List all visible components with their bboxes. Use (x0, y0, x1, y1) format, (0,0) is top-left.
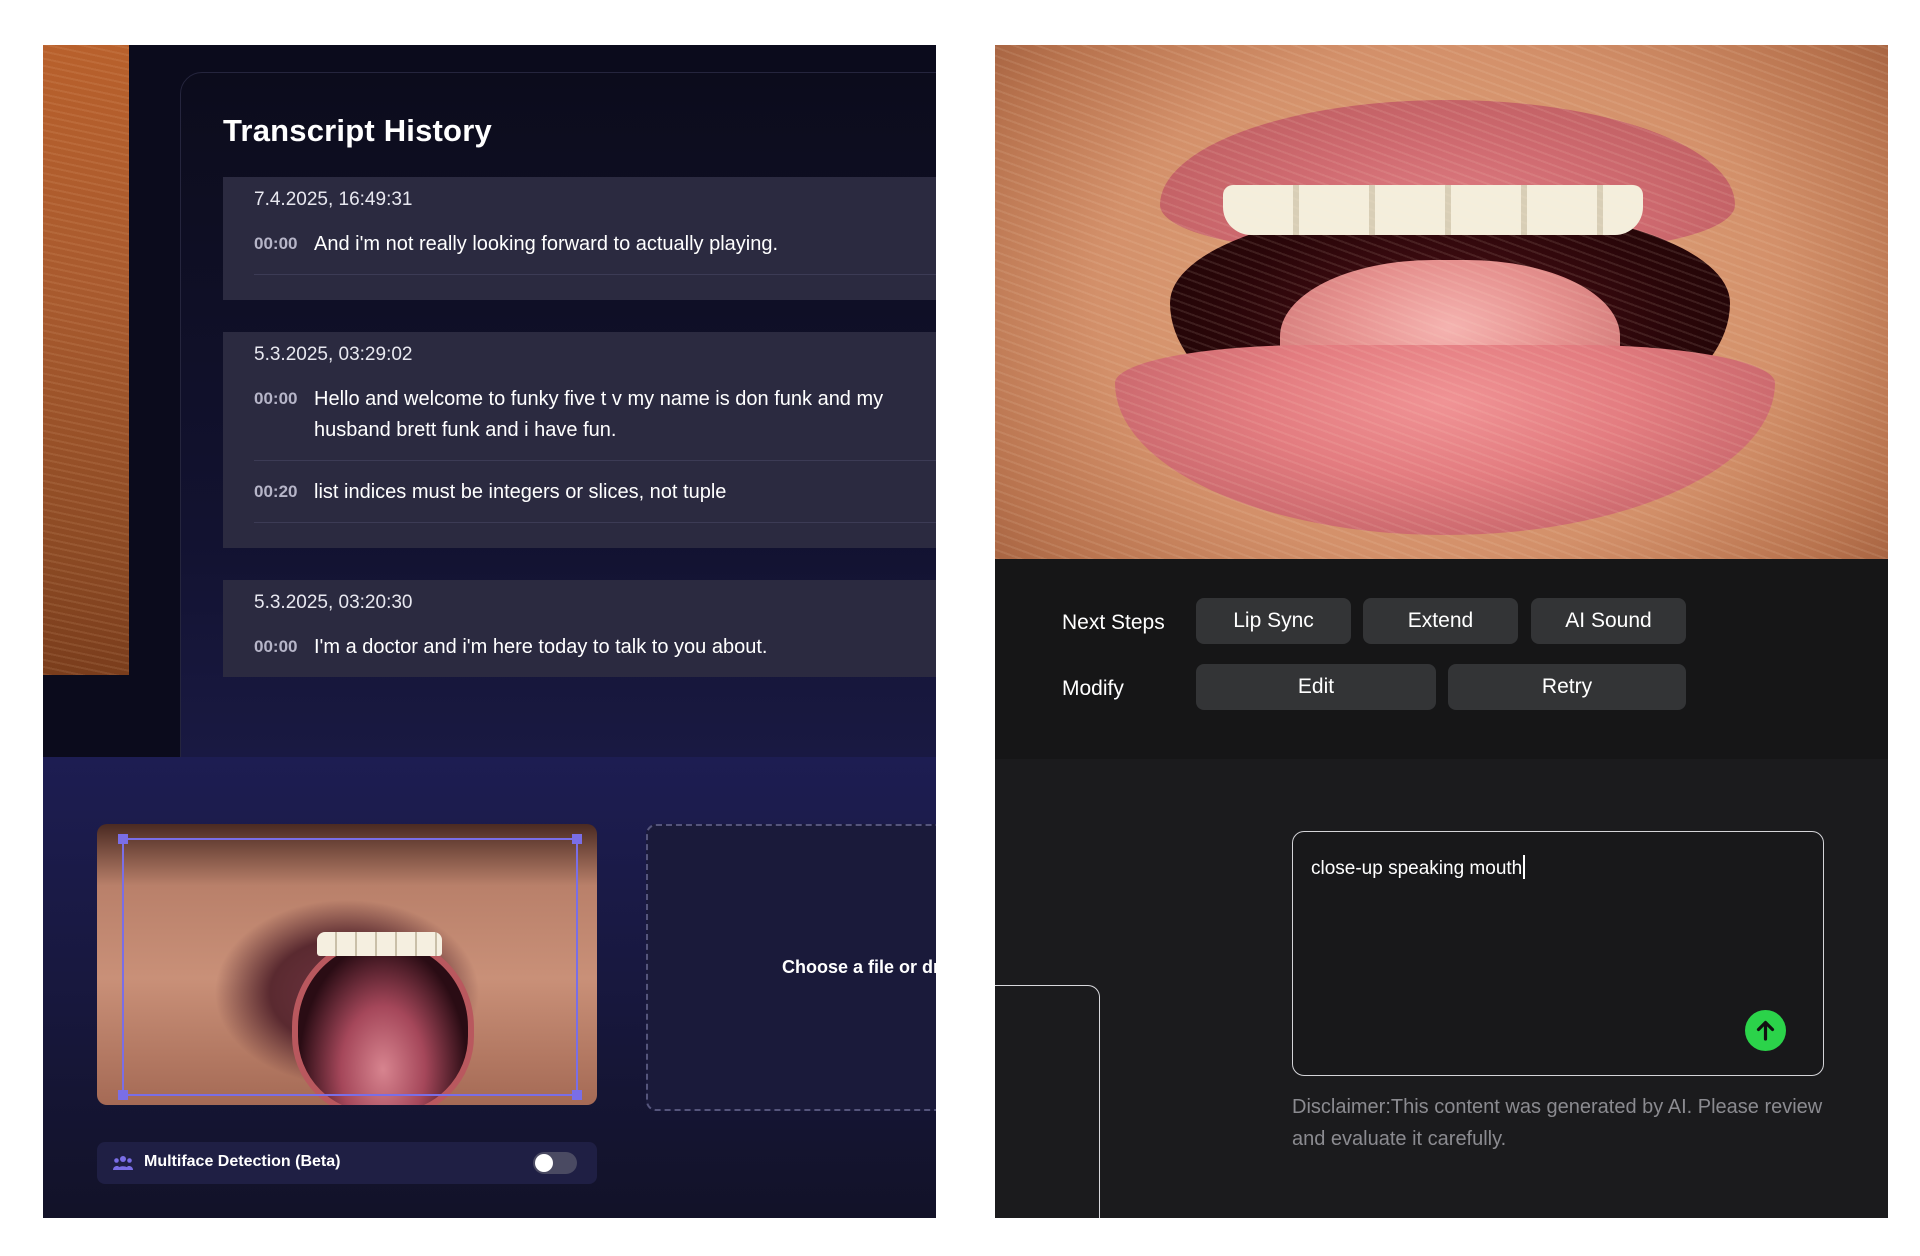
right-panel: Next Steps Lip Sync Extend AI Sound Modi… (995, 45, 1888, 1218)
side-panel-frame (995, 985, 1100, 1218)
people-icon (113, 1156, 133, 1170)
upper-lip (1160, 100, 1735, 250)
dropzone-label: Choose a file or dr (782, 957, 936, 977)
resize-handle-top-right[interactable] (572, 834, 582, 844)
modify-label: Modify (1062, 677, 1124, 700)
mouth-cavity (1170, 205, 1730, 450)
transcript-session: 7.4.2025, 16:49:31 00:00 And i'm not rea… (223, 177, 936, 300)
session-spacer (254, 523, 936, 548)
transcript-session: 5.3.2025, 03:20:30 00:00 I'm a doctor an… (223, 580, 936, 677)
tongue (1280, 260, 1620, 430)
segment-time: 00:20 (254, 482, 298, 501)
transcript-sessions[interactable]: 7.4.2025, 16:49:31 00:00 And i'm not rea… (223, 177, 936, 677)
generated-mouth-image (995, 45, 1888, 559)
segment-time: 00:00 (254, 234, 298, 253)
segment-text: list indices must be integers or slices,… (314, 481, 727, 503)
transcript-segment[interactable]: 00:00 And i'm not really looking forward… (254, 213, 936, 275)
session-date: 7.4.2025, 16:49:31 (254, 189, 413, 210)
multiface-detection-row: Multiface Detection (Beta) (97, 1142, 597, 1184)
transcript-title: Transcript History (223, 113, 492, 148)
transcript-segment[interactable]: 00:00 I'm a doctor and i'm here today to… (254, 616, 936, 677)
face-selection-box[interactable] (118, 834, 582, 1100)
resize-handle-bottom-left[interactable] (118, 1090, 128, 1100)
transcript-segment[interactable]: 00:20 list indices must be integers or s… (254, 461, 936, 523)
edit-button[interactable]: Edit (1196, 664, 1436, 710)
transcript-segment[interactable]: 00:00 Hello and welcome to funky five t … (254, 368, 936, 461)
resize-handle-top-left[interactable] (118, 834, 128, 844)
ai-disclaimer: Disclaimer:This content was generated by… (1292, 1096, 1823, 1150)
send-button[interactable] (1745, 1010, 1786, 1051)
multiface-label: Multiface Detection (Beta) (144, 1153, 341, 1170)
upload-section: Choose a file or dr Multiface Detection … (43, 757, 936, 1218)
segment-text: And i'm not really looking forward to ac… (314, 233, 779, 255)
uploaded-face-image[interactable] (97, 824, 597, 1105)
segment-text: I'm a doctor and i'm here today to talk … (314, 636, 768, 658)
text-caret (1523, 855, 1526, 879)
session-spacer (254, 275, 936, 300)
transcript-session: 5.3.2025, 03:29:02 00:00 Hello and welco… (223, 332, 936, 548)
file-dropzone[interactable]: Choose a file or dr (646, 824, 936, 1111)
next-steps-label: Next Steps (1062, 611, 1165, 634)
segment-time: 00:00 (254, 637, 298, 656)
session-date: 5.3.2025, 03:29:02 (254, 344, 413, 365)
face-photo-strip (43, 45, 129, 675)
prompt-input[interactable]: close-up speaking mouth (1311, 855, 1526, 880)
session-date: 5.3.2025, 03:20:30 (254, 592, 413, 613)
segment-time: 00:00 (254, 389, 298, 408)
transcript-history-card: Transcript History 7.4.2025, 16:49:31 00… (180, 72, 936, 782)
prompt-input-value: close-up speaking mouth (1311, 858, 1523, 879)
retry-button[interactable]: Retry (1448, 664, 1686, 710)
extend-button[interactable]: Extend (1363, 598, 1518, 644)
multiface-toggle[interactable] (533, 1152, 577, 1174)
ai-sound-button[interactable]: AI Sound (1531, 598, 1686, 644)
arrow-up-icon (1756, 1020, 1775, 1041)
actions-section: Next Steps Lip Sync Extend AI Sound Modi… (995, 559, 1888, 759)
teeth (1223, 185, 1643, 235)
prompt-section: close-up speaking mouth Disclaimer:This … (995, 759, 1888, 1218)
prompt-input-box[interactable]: close-up speaking mouth (1292, 831, 1824, 1076)
toggle-knob (535, 1154, 553, 1172)
lower-lip (1115, 345, 1775, 535)
resize-handle-bottom-right[interactable] (572, 1090, 582, 1100)
left-panel: Transcript History 7.4.2025, 16:49:31 00… (43, 45, 936, 1218)
segment-text: Hello and welcome to funky five t v my n… (314, 388, 884, 441)
lip-sync-button[interactable]: Lip Sync (1196, 598, 1351, 644)
